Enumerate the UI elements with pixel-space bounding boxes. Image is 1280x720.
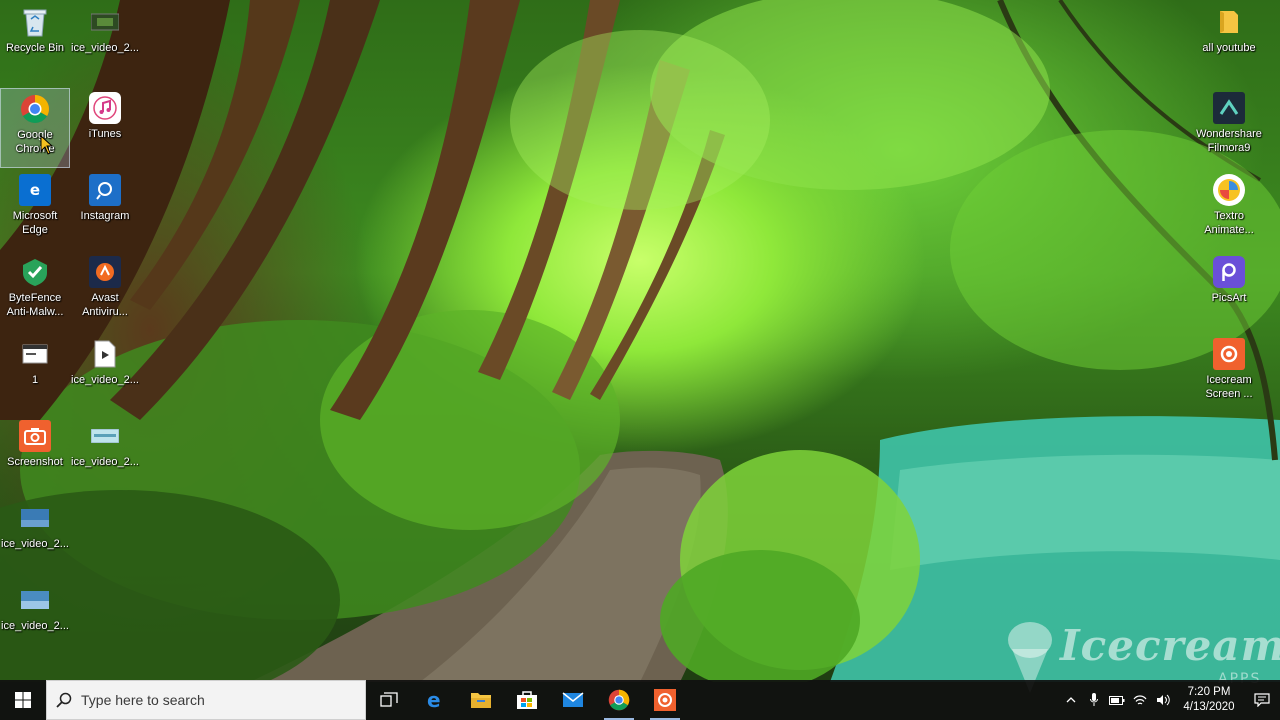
microphone-icon[interactable] (1082, 680, 1105, 720)
desktop-icon-label: Screenshot (7, 456, 63, 468)
taskbar-edge[interactable]: e (412, 680, 458, 720)
taskbar-task-view[interactable] (366, 680, 412, 720)
desktop-icon-bytefence[interactable]: ByteFence Anti-Malw... (0, 252, 70, 332)
store-icon (517, 691, 537, 709)
recycle-bin-icon (19, 6, 51, 38)
desktop-icon-ice-video-3[interactable]: ice_video_2... (70, 416, 140, 496)
edge-icon: e (427, 689, 441, 711)
screenshot-icon (19, 420, 51, 452)
search-icon (47, 692, 81, 708)
desktop-icon-icecream-recorder[interactable]: Icecream Screen ... (1194, 334, 1264, 414)
edge-icon: e (19, 174, 51, 206)
volume-icon[interactable] (1151, 680, 1174, 720)
chrome-icon (19, 93, 51, 125)
system-tray: 7:20 PM 4/13/2020 (1059, 680, 1280, 720)
desktop-icon-microsoft-edge[interactable]: e Microsoft Edge (0, 170, 70, 250)
action-center-button[interactable] (1244, 680, 1280, 720)
taskbar: e 7:20 PM 4/13/2020 (0, 680, 1280, 720)
task-view-icon (380, 692, 398, 707)
desktop-icon-ice-video-5[interactable]: ice_video_2... (0, 580, 70, 660)
desktop-icon-ice-video-2[interactable]: ice_video_2... (70, 334, 140, 414)
icecream-recorder-icon (1213, 338, 1245, 370)
video-thumbnail-icon (19, 584, 51, 616)
battery-icon[interactable] (1105, 680, 1128, 720)
desktop-wallpaper (0, 0, 1280, 682)
desktop-icon-label: ice_video_2... (1, 620, 69, 632)
start-button[interactable] (0, 680, 46, 720)
desktop-icon-label: Google Chrome (15, 129, 55, 155)
desktop-icon-label: all youtube (1202, 42, 1256, 54)
notification-icon (1254, 693, 1270, 707)
desktop-icon-google-chrome[interactable]: Google Chrome (0, 88, 70, 168)
folder-icon (1213, 6, 1245, 38)
mail-icon (562, 692, 584, 707)
desktop-icon-label: ice_video_2... (71, 42, 139, 54)
chrome-icon (608, 689, 630, 711)
itunes-icon (89, 92, 121, 124)
show-hidden-icons-chevron-up-icon[interactable] (1059, 680, 1082, 720)
desktop-icon-recycle-bin[interactable]: Recycle Bin (0, 2, 70, 82)
desktop-icon-label: PicsArt (1211, 292, 1247, 304)
taskbar-file-explorer[interactable] (458, 680, 504, 720)
video-document-icon (89, 338, 121, 370)
desktop-icon-label: ice_video_2... (71, 456, 139, 468)
window-file-icon (19, 338, 51, 370)
search-input[interactable] (81, 692, 365, 708)
taskbar-icecream-recorder[interactable] (642, 680, 688, 720)
video-thumbnail-icon (89, 420, 121, 452)
desktop-icon-instagram[interactable]: Instagram (70, 170, 140, 250)
desktop-icon-itunes[interactable]: iTunes (70, 88, 140, 168)
desktop-icon-label: Wondershare Filmora9 (1196, 128, 1262, 154)
desktop-icon-label: ByteFence Anti-Malw... (6, 292, 64, 318)
forest-path-scene (0, 0, 1280, 682)
avast-icon (89, 256, 121, 288)
taskbar-mail[interactable] (550, 680, 596, 720)
textro-icon (1213, 174, 1245, 206)
desktop-icon-filmora[interactable]: Wondershare Filmora9 (1194, 88, 1264, 168)
desktop-icon-label: Recycle Bin (5, 42, 65, 54)
filmora-icon (1213, 92, 1245, 124)
instagram-app-icon (89, 174, 121, 206)
desktop-icon-label: ice_video_2... (1, 538, 69, 550)
desktop-icon-ice-video-4[interactable]: ice_video_2... (0, 498, 70, 578)
desktop-icon-ice-video-1[interactable]: ice_video_2... (70, 2, 140, 82)
desktop-icon-label: Avast Antiviru... (82, 292, 128, 318)
taskbar-chrome[interactable] (596, 680, 642, 720)
video-thumbnail-icon (19, 502, 51, 534)
picsart-icon (1213, 256, 1245, 288)
windows-logo-icon (15, 692, 31, 708)
clock-date: 4/13/2020 (1183, 701, 1235, 713)
desktop-icon-textro[interactable]: Textro Animate... (1194, 170, 1264, 250)
desktop-icon-label: iTunes (88, 128, 122, 140)
bytefence-icon (19, 256, 51, 288)
taskbar-clock[interactable]: 7:20 PM 4/13/2020 (1174, 685, 1244, 715)
desktop-icon-label: ice_video_2... (71, 374, 139, 386)
mouse-cursor-icon (40, 134, 54, 159)
wifi-icon[interactable] (1128, 680, 1151, 720)
desktop-icon-label: Microsoft Edge (12, 210, 58, 236)
video-file-icon (89, 6, 121, 38)
svg-text:e: e (427, 689, 441, 711)
desktop-icon-avast[interactable]: Avast Antiviru... (70, 252, 140, 332)
desktop-icon-picsart[interactable]: PicsArt (1194, 252, 1264, 332)
desktop-icon-label: 1 (31, 374, 39, 386)
desktop-icon-screenshot[interactable]: Screenshot (0, 416, 70, 496)
desktop-icon-label: Instagram (80, 210, 130, 222)
folder-icon (471, 693, 491, 708)
desktop-icon-label: Textro Animate... (1204, 210, 1254, 236)
desktop-icon-file-1[interactable]: 1 (0, 334, 70, 414)
icecream-recorder-icon (654, 689, 676, 711)
taskbar-search[interactable] (46, 680, 366, 720)
clock-time: 7:20 PM (1187, 686, 1231, 698)
watermark-brand: Icecream (1060, 621, 1280, 670)
taskbar-store[interactable] (504, 680, 550, 720)
desktop-icon-label: Icecream Screen ... (1205, 374, 1253, 400)
desktop-icon-all-youtube[interactable]: all youtube (1194, 2, 1264, 82)
